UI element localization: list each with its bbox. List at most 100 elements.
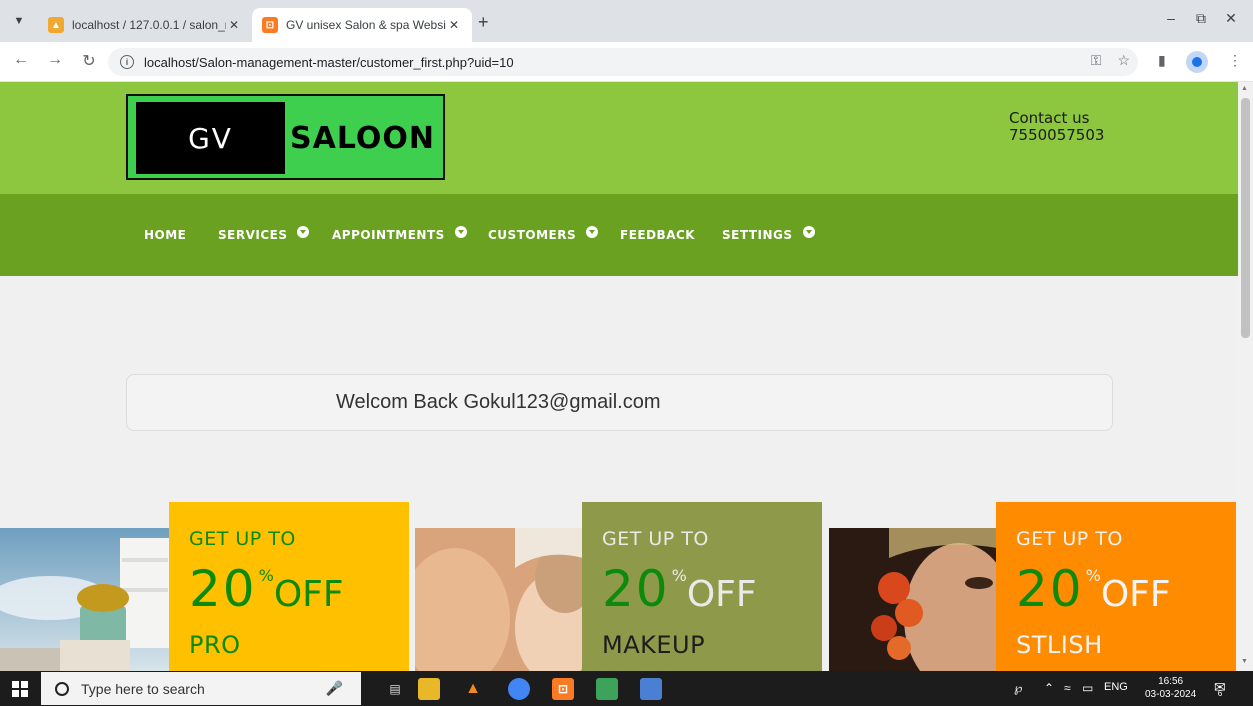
wifi-icon[interactable]: ≈ [1064,681,1071,695]
site-info-icon[interactable]: i [120,55,134,69]
site-header: GV SALOON Contact us 7550057503 [0,82,1238,194]
chrome-icon[interactable] [508,678,530,700]
logo-gv: GV [136,102,285,174]
promo-card-pro[interactable]: GET UP TO 20 % OFF PRO [169,502,409,671]
back-icon[interactable]: ← [10,51,32,69]
tab-search-icon[interactable]: ▼ [6,8,32,34]
close-icon[interactable]: ✕ [446,18,462,32]
welcome-text: Welcom Back Gokul123@gmail.com [336,391,661,413]
xampp-icon: ⊡ [262,17,278,33]
promo-discount: 20 % OFF [1016,564,1236,615]
browser-toolbar: ← → ↻ i localhost/Salon-management-maste… [0,42,1253,82]
app-icon[interactable] [640,678,662,700]
taskbar-clock[interactable]: 16:56 03-03-2024 [1145,675,1196,701]
close-icon[interactable]: ✕ [226,18,242,32]
clock-date: 03-03-2024 [1145,689,1197,700]
promo-discount: 20 % OFF [189,564,409,615]
promo-discount: 20 % OFF [602,564,822,615]
chevron-down-icon [297,226,310,238]
reload-icon[interactable]: ↻ [78,51,100,71]
main-nav: HOME SERVICES APPOINTMENTS CUSTOMERS FEE… [0,194,1238,276]
menu-kebab-icon[interactable]: ⋮ [1228,52,1242,69]
nav-settings[interactable]: SETTINGS [722,226,815,242]
contact-info: Contact us 7550057503 [1009,110,1104,144]
chevron-down-icon [802,226,815,238]
forward-icon[interactable]: → [44,51,66,69]
promo-headline: GET UP TO [189,528,296,550]
clock-time: 16:56 [1158,676,1184,687]
new-tab-button[interactable]: + [478,12,489,33]
microphone-icon[interactable]: 🎤 [326,680,343,697]
nav-label: SETTINGS [722,228,793,242]
logo-saloon: SALOON [290,120,435,156]
promo-category: MAKEUP [602,631,706,659]
restore-button[interactable]: ⧉ [1186,10,1216,27]
facial-massage-image [415,528,583,671]
people-icon[interactable]: ℘ [1014,681,1022,695]
password-key-icon[interactable]: ⚿ [1091,52,1102,69]
promo-number: 20 [602,560,670,618]
promo-off: OFF [273,574,344,615]
profile-avatar[interactable] [1186,51,1208,73]
promo-number: 20 [1016,560,1084,618]
promo-category: PRO [189,631,241,659]
bookmark-star-icon[interactable]: ☆ [1117,52,1130,69]
chevron-down-icon [454,226,467,238]
promo-category: STLISH [1016,631,1103,659]
taskbar-search[interactable]: Type here to search 🎤 [41,672,361,705]
promo-card-stylish[interactable]: GET UP TO 20 % OFF STLISH [996,502,1236,671]
nav-label: CUSTOMERS [488,228,577,242]
promo-number: 20 [189,560,257,618]
language-indicator[interactable]: ENG [1104,681,1128,693]
windows-start-icon[interactable] [12,681,28,697]
notepad-plus-icon[interactable] [596,678,618,700]
nav-label: HOME [144,228,187,242]
spa-cream-jar-image [0,528,170,671]
windows-taskbar: Type here to search 🎤 ▤ ▲ ⊡ ℘ ⌃ ≈ ▭ ENG … [0,671,1253,706]
nav-appointments[interactable]: APPOINTMENTS [332,226,467,242]
scroll-up-icon[interactable]: ▲ [1241,85,1248,92]
nav-customers[interactable]: CUSTOMERS [488,226,599,242]
tab-title: GV unisex Salon & spa Website [286,18,446,32]
welcome-box: Welcom Back Gokul123@gmail.com [126,374,1113,431]
battery-icon[interactable]: ▭ [1082,681,1093,695]
scrollbar-thumb[interactable] [1241,98,1250,338]
side-panel-icon[interactable]: ▮ [1158,52,1166,69]
tab-strip: ▼ ▲ localhost / 127.0.0.1 / salon_ma ✕ ⊡… [0,0,1253,42]
promo-percent: % [1085,566,1101,585]
page-viewport: GV SALOON Contact us 7550057503 HOME SER… [0,82,1253,671]
promo-headline: GET UP TO [1016,528,1123,550]
promo-off: OFF [1100,574,1171,615]
minimize-button[interactable]: – [1156,10,1186,26]
address-bar[interactable]: i localhost/Salon-management-master/cust… [108,48,1138,76]
url-text: localhost/Salon-management-master/custom… [144,54,514,70]
tab-phpmyadmin[interactable]: ▲ localhost / 127.0.0.1 / salon_ma ✕ [38,8,252,42]
promo-headline: GET UP TO [602,528,709,550]
file-explorer-icon[interactable] [418,678,440,700]
promo-percent: % [671,566,687,585]
close-window-button[interactable]: ✕ [1216,10,1246,27]
nav-label: APPOINTMENTS [332,228,445,242]
bridal-makeup-image [829,528,997,671]
cortana-icon [55,681,69,696]
tab-salon-website[interactable]: ⊡ GV unisex Salon & spa Website ✕ [252,8,472,42]
chevron-up-icon[interactable]: ⌃ [1044,681,1054,695]
promo-card-makeup[interactable]: GET UP TO 20 % OFF MAKEUP [582,502,822,671]
nav-label: FEEDBACK [620,228,696,242]
notification-count: 6 [1217,689,1223,698]
scroll-down-icon[interactable]: ▼ [1241,658,1248,665]
nav-services[interactable]: SERVICES [218,226,310,242]
nav-label: SERVICES [218,228,288,242]
xampp-taskbar-icon[interactable]: ⊡ [552,678,574,700]
phpmyadmin-icon: ▲ [48,17,64,33]
site-logo[interactable]: GV SALOON [126,94,445,180]
chevron-down-icon [586,226,599,238]
page-scrollbar[interactable]: ▲ ▼ [1238,82,1253,671]
notification-icon[interactable]: ✉6 [1214,679,1234,698]
nav-feedback[interactable]: FEEDBACK [620,228,695,242]
vlc-icon[interactable]: ▲ [462,678,484,700]
task-view-icon[interactable]: ▤ [384,678,406,700]
search-placeholder: Type here to search [81,680,205,697]
promo-off: OFF [686,574,757,615]
nav-home[interactable]: HOME [144,228,186,242]
